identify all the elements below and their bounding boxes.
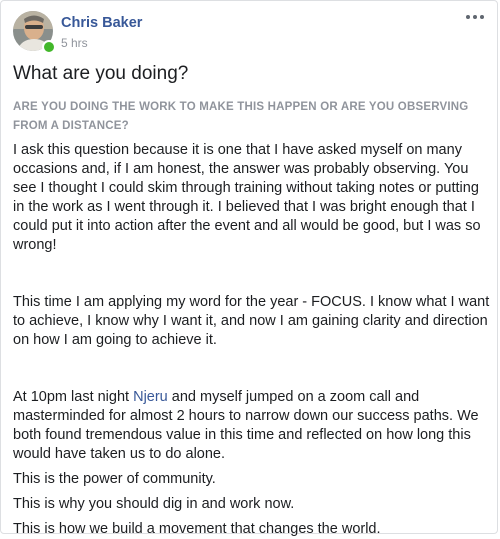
mention-link[interactable]: Njeru	[133, 389, 168, 405]
more-dot	[480, 15, 484, 19]
more-options-icon[interactable]	[463, 9, 487, 25]
more-dot	[473, 15, 477, 19]
post-timestamp[interactable]: 5 hrs	[61, 36, 88, 50]
paragraph-text: At 10pm last night	[13, 389, 134, 405]
post-paragraph: I ask this question because it is one th…	[13, 142, 481, 253]
post-paragraph: This time I am applying my word for the …	[13, 294, 490, 348]
post-line: This is why you should dig in and work n…	[13, 496, 295, 512]
avatar[interactable]	[13, 11, 56, 54]
post-title: What are you doing?	[13, 63, 189, 84]
post-line: This is how we build a movement that cha…	[13, 521, 381, 537]
more-dot	[466, 15, 470, 19]
post-body: I ask this question because it is one th…	[13, 141, 491, 539]
online-status-icon	[42, 40, 56, 54]
author-name[interactable]: Chris Baker	[61, 15, 142, 31]
post-subtitle: ARE YOU DOING THE WORK TO MAKE THIS HAPP…	[13, 101, 469, 132]
post-line: This is the power of community.	[13, 471, 216, 487]
feed-post: Chris Baker 5 hrs What are you doing? AR…	[0, 0, 498, 537]
post-paragraph: At 10pm last night Njeru and myself jump…	[13, 388, 491, 464]
